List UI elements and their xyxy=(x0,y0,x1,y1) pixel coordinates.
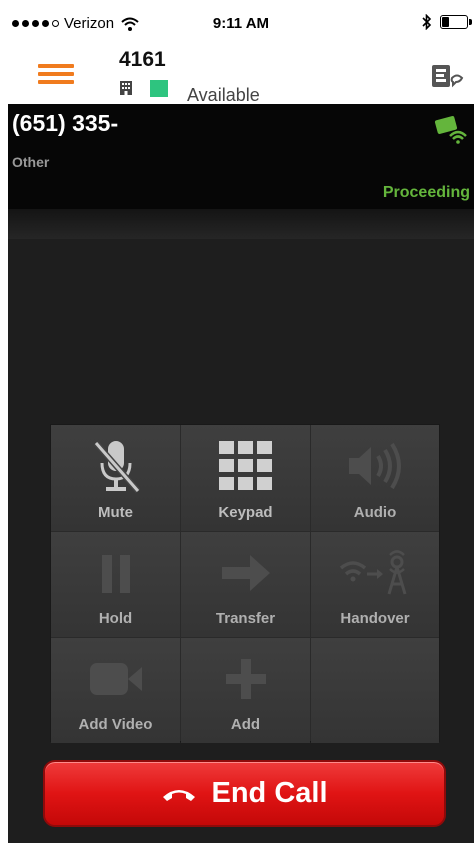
presence-status[interactable]: Available xyxy=(187,85,260,106)
speaker-icon xyxy=(349,442,401,490)
add-video-button[interactable]: Add Video xyxy=(51,638,180,743)
call-info: (651) 335- Other Proceeding xyxy=(8,104,474,209)
hold-label: Hold xyxy=(98,610,133,627)
keypad-label: Keypad xyxy=(218,504,273,521)
remote-number: (651) 335- xyxy=(12,110,119,136)
keypad-button[interactable]: Keypad xyxy=(181,425,310,531)
video-wifi-icon xyxy=(434,116,467,144)
contacts-chat-icon[interactable] xyxy=(430,62,466,92)
hang-up-icon xyxy=(163,789,196,801)
plus-icon xyxy=(225,659,266,699)
add-video-label: Add Video xyxy=(78,716,153,733)
keypad-icon xyxy=(218,441,272,490)
presence-indicator xyxy=(150,80,168,97)
status-bar: Verizon 9:11 AM xyxy=(8,8,474,38)
handover-button[interactable]: Handover xyxy=(311,532,439,637)
number-type: Other xyxy=(12,154,50,170)
building-icon xyxy=(120,81,132,95)
audio-label: Audio xyxy=(353,504,397,521)
microphone-muted-icon xyxy=(93,441,140,493)
call-screen: Verizon 9:11 AM 4161 Available (651) 335… xyxy=(8,8,474,843)
add-label: Add xyxy=(230,716,261,733)
call-state: Proceeding xyxy=(382,184,470,201)
video-camera-icon xyxy=(89,663,142,695)
divider xyxy=(8,209,474,239)
transfer-label: Transfer xyxy=(215,610,276,627)
end-call-button[interactable]: End Call xyxy=(43,760,446,827)
hamburger-icon[interactable] xyxy=(38,64,74,84)
add-button[interactable]: Add xyxy=(181,638,310,743)
mute-button[interactable]: Mute xyxy=(51,425,180,531)
status-right xyxy=(422,14,472,30)
transfer-button[interactable]: Transfer xyxy=(181,532,310,637)
extension-number: 4161 xyxy=(119,48,166,71)
status-time: 9:11 AM xyxy=(212,15,270,32)
mute-label: Mute xyxy=(98,504,133,521)
app-header: 4161 Available xyxy=(8,38,474,106)
hold-button[interactable]: Hold xyxy=(51,532,180,637)
call-controls: Mute Keypad Audio Hold Transfer Handover… xyxy=(50,424,440,743)
handover-label: Handover xyxy=(340,610,410,627)
end-call-label: End Call xyxy=(211,777,328,809)
audio-button[interactable]: Audio xyxy=(311,425,439,531)
empty-cell xyxy=(311,638,439,743)
bluetooth-icon xyxy=(422,14,432,30)
arrow-right-icon xyxy=(221,555,270,591)
battery-icon xyxy=(440,15,472,29)
wifi-to-tower-icon xyxy=(339,550,407,595)
pause-icon xyxy=(101,555,130,593)
